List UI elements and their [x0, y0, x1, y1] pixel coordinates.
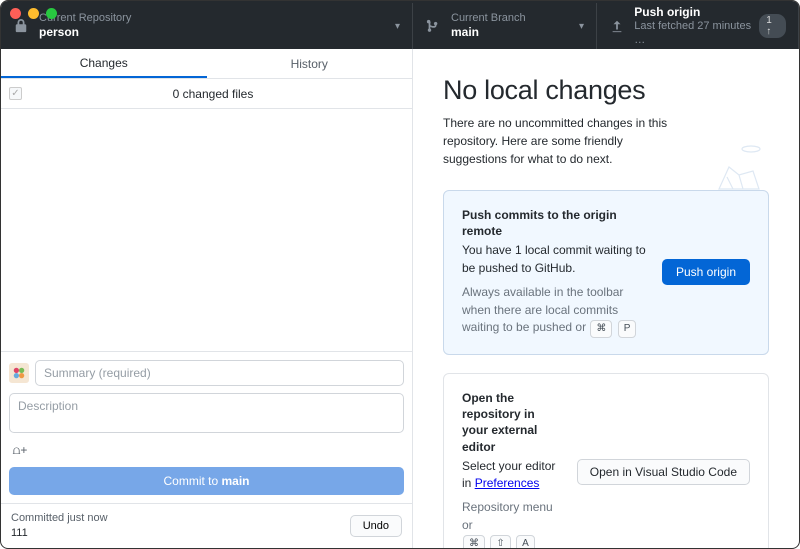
editor-card-hint: Repository menu or ⌘ ⇧ A — [462, 499, 563, 548]
git-branch-icon — [425, 19, 441, 33]
recent-commit-bar: Committed just now 111 Undo — [1, 503, 412, 548]
repo-name: person — [39, 25, 131, 40]
tab-history[interactable]: History — [207, 49, 413, 78]
changes-header: ✓ 0 changed files — [1, 79, 412, 109]
kbd-a: A — [516, 535, 535, 548]
kbd-shift: ⇧ — [490, 535, 510, 548]
push-label: Push origin — [634, 5, 759, 20]
app-window: Current Repository person ▾ Current Bran… — [0, 0, 800, 549]
changed-files-count: 0 changed files — [22, 87, 404, 101]
file-list — [1, 109, 412, 351]
push-card-hint: Always available in the toolbar when the… — [462, 284, 648, 338]
commit-description-input[interactable] — [9, 393, 404, 433]
illustration — [699, 139, 769, 202]
kbd-p: P — [618, 320, 637, 338]
lock-icon — [13, 19, 29, 33]
undo-button[interactable]: Undo — [350, 515, 402, 537]
left-tabs: Changes History — [1, 49, 412, 79]
kbd-cmd: ⌘ — [590, 320, 612, 338]
editor-card: Open the repository in your external edi… — [443, 373, 769, 548]
current-branch-dropdown[interactable]: Current Branch main ▾ — [413, 3, 597, 49]
no-changes-subtitle: There are no uncommitted changes in this… — [443, 114, 683, 168]
avatar — [9, 363, 29, 383]
select-all-checkbox[interactable]: ✓ — [9, 87, 22, 100]
branch-name: main — [451, 25, 526, 40]
no-changes-heading: No local changes — [443, 75, 769, 106]
right-panel: No local changes There are no uncommitte… — [413, 49, 799, 548]
add-coauthor-button[interactable]: ⩍+ — [9, 440, 31, 460]
push-count-badge: 1 ↑ — [759, 14, 786, 38]
open-editor-button[interactable]: Open in Visual Studio Code — [577, 459, 750, 485]
commit-summary-input[interactable] — [35, 360, 404, 386]
chevron-down-icon: ▾ — [395, 21, 400, 32]
push-up-icon — [609, 19, 624, 33]
left-panel: Changes History ✓ 0 changed files ⩍+ — [1, 49, 413, 548]
push-card: Push commits to the origin remote You ha… — [443, 190, 769, 355]
tab-changes-label: Changes — [80, 56, 128, 70]
editor-card-title: Open the repository in your external edi… — [462, 390, 563, 455]
main-body: Changes History ✓ 0 changed files ⩍+ — [1, 49, 799, 548]
tab-changes[interactable]: Changes — [1, 49, 207, 78]
push-sub: Last fetched 27 minutes … — [634, 20, 759, 48]
editor-card-desc: Select your editor in Preferences — [462, 458, 563, 493]
tab-history-label: History — [291, 57, 328, 71]
push-origin-button[interactable]: Push origin — [662, 259, 750, 285]
minimize-window-button[interactable] — [28, 8, 39, 19]
chevron-down-icon: ▾ — [579, 21, 584, 32]
commit-form: ⩍+ Commit to main — [1, 351, 412, 503]
kbd-cmd: ⌘ — [463, 535, 485, 548]
push-origin-toolbar-button[interactable]: Push origin Last fetched 27 minutes … 1 … — [597, 3, 799, 49]
preferences-link[interactable]: Preferences — [475, 476, 540, 490]
toolbar: Current Repository person ▾ Current Bran… — [1, 1, 799, 49]
close-window-button[interactable] — [10, 8, 21, 19]
branch-label: Current Branch — [451, 12, 526, 26]
window-controls — [10, 8, 57, 19]
push-card-desc: You have 1 local commit waiting to be pu… — [462, 242, 648, 277]
current-repository-dropdown[interactable]: Current Repository person ▾ — [1, 3, 413, 49]
recent-commit-time: Committed just now — [11, 511, 108, 526]
maximize-window-button[interactable] — [46, 8, 57, 19]
push-card-title: Push commits to the origin remote — [462, 207, 648, 239]
commit-button[interactable]: Commit to main — [9, 467, 404, 495]
recent-commit-title: 111 — [11, 526, 108, 541]
